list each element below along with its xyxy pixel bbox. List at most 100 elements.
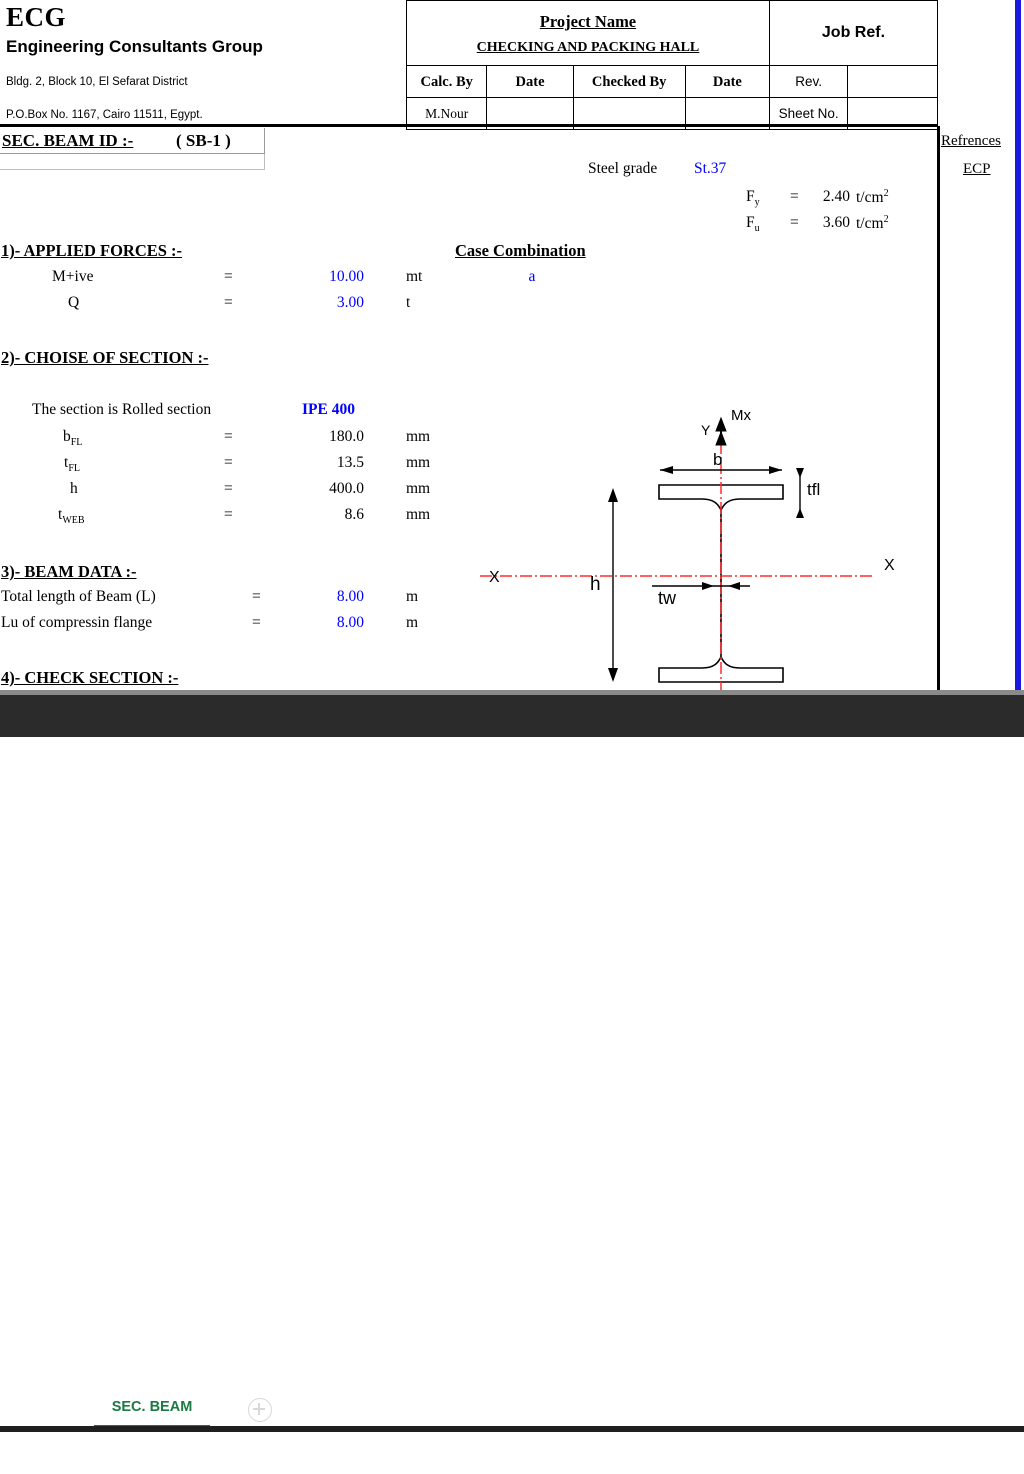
tab-bar-bottom-edge bbox=[0, 1426, 1024, 1432]
section-subscript-0: FL bbox=[70, 437, 83, 449]
force-unit-1: t bbox=[406, 294, 411, 311]
section-subscript-3: WEB bbox=[62, 515, 85, 527]
references-heading: Refrences bbox=[941, 133, 1001, 149]
fy-symbol-text: F bbox=[746, 188, 755, 205]
section-id-value[interactable]: ( SB-1 ) bbox=[176, 131, 231, 151]
section-symbol-0: bFL bbox=[63, 428, 82, 448]
beam-data-unit-1: m bbox=[406, 614, 419, 631]
table-row: Calc. By Date Checked By Date Rev. bbox=[405, 65, 938, 98]
section-id-cell-border-lower[interactable] bbox=[0, 154, 265, 170]
tfl-dimension bbox=[796, 468, 804, 518]
diagram-label-tfl: tfl bbox=[807, 480, 820, 499]
section-unit-0: mm bbox=[406, 428, 431, 445]
fu-value: 3.60 bbox=[822, 214, 850, 231]
fu-subscript: u bbox=[754, 223, 760, 235]
calc-by-value: M.Nour bbox=[425, 105, 469, 121]
fu-unit: t/cm2 bbox=[856, 214, 889, 233]
beam-data-heading: 3)- BEAM DATA :- bbox=[1, 562, 137, 581]
checked-by-label: Checked By bbox=[591, 73, 667, 90]
beam-data-unit-0: m bbox=[406, 588, 419, 605]
fy-subscript: y bbox=[754, 197, 760, 209]
i-beam-section-diagram: Y Mx b tfl h tw X X bbox=[480, 400, 930, 695]
h-dimension bbox=[608, 488, 618, 682]
project-name-label: Project Name bbox=[539, 11, 637, 31]
references-column-divider bbox=[937, 126, 940, 695]
centroid-axes bbox=[480, 422, 872, 695]
beam-data-equals-0: = bbox=[252, 588, 261, 605]
section-unit-2: mm bbox=[406, 480, 431, 497]
steel-grade-value[interactable]: St.37 bbox=[694, 160, 726, 178]
section-symbol-text-2: h bbox=[70, 480, 78, 497]
section-symbol-3: tWEB bbox=[58, 506, 85, 526]
project-name-value: CHECKING AND PACKING HALL bbox=[476, 39, 700, 55]
fy-value: 2.40 bbox=[822, 188, 850, 205]
company-header: ECG Engineering Consultants Group Bldg. … bbox=[0, 0, 404, 126]
job-ref-label: Job Ref. bbox=[821, 24, 886, 41]
diagram-label-h: h bbox=[590, 574, 601, 595]
section-unit-1: mm bbox=[406, 454, 431, 471]
spreadsheet-canvas[interactable]: ECG Engineering Consultants Group Bldg. … bbox=[0, 0, 1024, 695]
date-header-2[interactable]: Date bbox=[684, 65, 770, 98]
beam-data-value-0[interactable]: 8.00 bbox=[296, 588, 364, 606]
section-value-1: 13.5 bbox=[336, 454, 364, 471]
company-logo-text: ECG bbox=[6, 2, 67, 32]
force-equals-0: = bbox=[224, 268, 233, 285]
section-symbol-text-0: b bbox=[63, 428, 71, 445]
section-unit-3: mm bbox=[406, 506, 431, 523]
choise-of-section-heading: 2)- CHOISE OF SECTION :- bbox=[1, 348, 209, 367]
fu-symbol-text: F bbox=[746, 214, 755, 231]
section-value-3: 8.6 bbox=[344, 506, 364, 523]
diagram-label-X-left: X bbox=[489, 569, 500, 586]
section-symbol-1: tFL bbox=[64, 454, 80, 474]
date-label-1: Date bbox=[515, 73, 545, 90]
steel-grade-label: Steel grade bbox=[588, 160, 658, 177]
project-name-cell[interactable]: Project Name CHECKING AND PACKING HALL bbox=[406, 0, 770, 66]
force-value-0[interactable]: 10.00 bbox=[296, 268, 364, 286]
section-equals-0: = bbox=[224, 428, 233, 445]
fu-unit-base: t/cm bbox=[856, 215, 884, 233]
fy-unit: t/cm2 bbox=[856, 188, 889, 207]
force-value-1[interactable]: 3.00 bbox=[296, 294, 364, 312]
section-equals-3: = bbox=[224, 506, 233, 523]
fu-unit-exponent: 2 bbox=[883, 214, 889, 225]
section-value-2: 400.0 bbox=[329, 480, 364, 497]
sheet-tab-label: SEC. BEAM bbox=[111, 1399, 193, 1415]
sheet-tab-sec-beam[interactable]: SEC. BEAM bbox=[94, 1390, 210, 1428]
sheet-tab-bar[interactable]: ◀ ▶ SEC. BEAM bbox=[0, 695, 1024, 1432]
applied-forces-heading: 1)- APPLIED FORCES :- bbox=[1, 241, 183, 260]
company-address-line1: Bldg. 2, Block 10, El Sefarat District bbox=[6, 76, 188, 88]
company-name: Engineering Consultants Group bbox=[6, 37, 263, 56]
rev-value-cell[interactable] bbox=[847, 65, 938, 98]
case-combination-heading: Case Combination bbox=[455, 241, 586, 260]
calc-by-header[interactable]: Calc. By bbox=[405, 65, 488, 98]
references-item-ecp[interactable]: ECP bbox=[963, 161, 991, 178]
job-ref-cell[interactable]: Job Ref. bbox=[768, 0, 939, 66]
force-label-1: Q bbox=[68, 294, 80, 311]
y-axis-arrow bbox=[715, 416, 727, 446]
section-subscript-1: FL bbox=[68, 463, 80, 475]
check-section-heading: 4)- CHECK SECTION :- bbox=[1, 668, 179, 687]
beam-data-label-0: Total length of Beam (L) bbox=[1, 588, 156, 605]
section-id-label: SEC. BEAM ID :- bbox=[2, 131, 134, 150]
force-unit-0: mt bbox=[406, 268, 423, 285]
selection-edge-highlight[interactable] bbox=[1015, 0, 1021, 695]
title-block-table[interactable]: Project Name CHECKING AND PACKING HALL J… bbox=[405, 0, 939, 130]
sheet-no-label: Sheet No. bbox=[778, 105, 839, 121]
diagram-label-tw: tw bbox=[658, 588, 677, 608]
diagram-label-Mx: Mx bbox=[731, 407, 751, 424]
beam-data-label-1: Lu of compressin flange bbox=[1, 614, 153, 631]
rev-header[interactable]: Rev. bbox=[768, 65, 849, 98]
fu-symbol: Fu bbox=[746, 214, 760, 234]
diagram-label-X-right: X bbox=[884, 557, 895, 574]
section-symbol-2: h bbox=[70, 480, 78, 500]
section-name-value[interactable]: IPE 400 bbox=[302, 401, 355, 419]
add-sheet-icon[interactable] bbox=[248, 1398, 272, 1422]
case-combination-value[interactable]: a bbox=[520, 268, 544, 286]
diagram-label-b: b bbox=[713, 450, 722, 469]
beam-data-value-1[interactable]: 8.00 bbox=[296, 614, 364, 632]
diagram-label-Y: Y bbox=[701, 422, 711, 438]
date-header-1[interactable]: Date bbox=[486, 65, 574, 98]
fy-unit-exponent: 2 bbox=[883, 188, 889, 199]
force-equals-1: = bbox=[224, 294, 233, 311]
checked-by-header[interactable]: Checked By bbox=[572, 65, 686, 98]
